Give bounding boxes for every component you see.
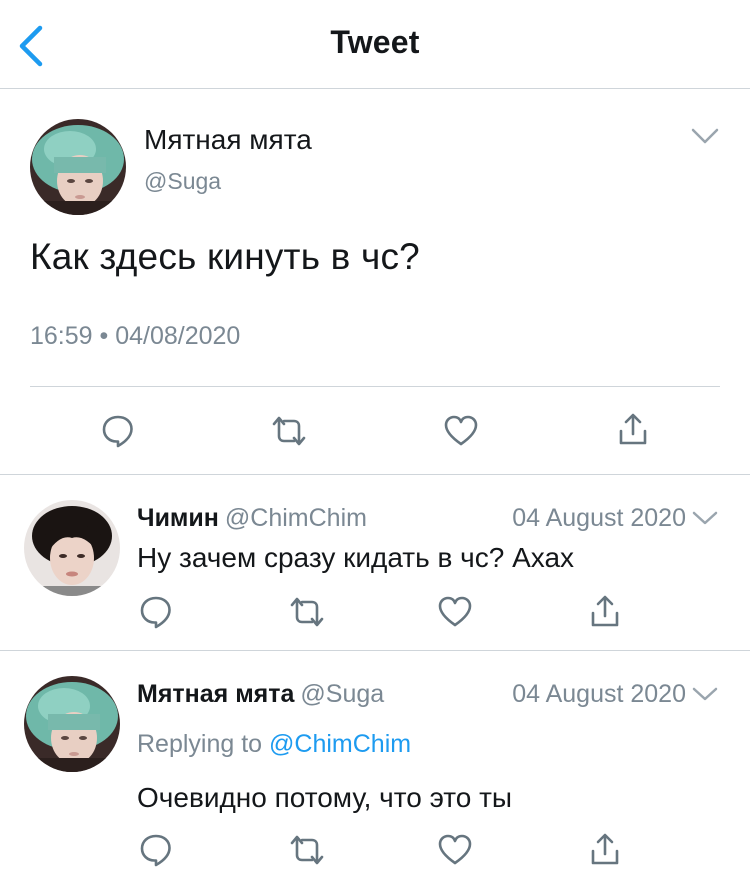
heart-icon: [438, 596, 472, 627]
more-options-button[interactable]: [690, 126, 720, 151]
comment-icon: [102, 415, 133, 448]
retweet-button[interactable]: [288, 832, 326, 868]
replying-to-label: Replying to: [137, 730, 263, 758]
retweet-icon: [290, 835, 324, 865]
like-button[interactable]: [443, 414, 479, 448]
main-tweet: Мятная мята @Suga Как здесь кинуть в чс?…: [0, 90, 750, 475]
share-icon: [591, 595, 619, 627]
user-handle: @ChimChim: [224, 504, 367, 532]
chevron-down-icon: [692, 511, 718, 525]
share-button[interactable]: [589, 594, 621, 630]
retweet-button[interactable]: [288, 594, 326, 630]
more-options-button[interactable]: [691, 685, 719, 708]
user-handle: @Suga: [300, 680, 385, 708]
display-name: Мятная мята: [137, 680, 295, 708]
reply-button[interactable]: [138, 832, 174, 868]
mention-link[interactable]: @ChimChim: [269, 730, 411, 758]
share-icon: [591, 833, 619, 865]
share-button[interactable]: [589, 832, 621, 868]
divider: [30, 386, 720, 387]
reply-header: Мятная мята @Suga: [137, 680, 384, 709]
chevron-down-icon: [691, 128, 719, 144]
display-name: Чимин: [137, 504, 219, 532]
comment-icon: [140, 834, 171, 867]
heart-icon: [444, 415, 478, 446]
avatar[interactable]: [30, 119, 126, 215]
retweet-button[interactable]: [270, 413, 308, 449]
avatar[interactable]: [24, 500, 120, 596]
reply-tweet: Чимин @ChimChim 04 August 2020 Ну зачем с…: [0, 476, 750, 651]
like-button[interactable]: [437, 595, 473, 629]
reply-button[interactable]: [100, 413, 136, 449]
page-title: Tweet: [330, 24, 420, 60]
top-navigation-bar: Tweet: [0, 0, 750, 89]
heart-icon: [438, 834, 472, 865]
tweet-text: Ну зачем сразу кидать в чс? Ахах: [137, 542, 575, 573]
share-button[interactable]: [617, 412, 649, 448]
replying-to-line: Replying to @ChimChim: [137, 730, 411, 759]
chevron-down-icon: [692, 687, 718, 701]
like-button[interactable]: [437, 833, 473, 867]
more-options-button[interactable]: [691, 509, 719, 532]
tweet-date: 04 August 2020: [512, 504, 686, 532]
reply-tweet: Мятная мята @Suga 04 August 2020 Replying…: [0, 652, 750, 886]
tweet-text: Очевидно потому, что это ты: [137, 782, 513, 813]
display-name: Мятная мята: [144, 124, 312, 155]
comment-icon: [140, 596, 171, 629]
tweet-date: 04 August 2020: [512, 680, 686, 708]
share-icon: [619, 413, 647, 445]
reply-button[interactable]: [138, 594, 174, 630]
tweet-text: Как здесь кинуть в чс?: [30, 236, 420, 277]
retweet-icon: [272, 416, 306, 446]
avatar[interactable]: [24, 676, 120, 772]
reply-header: Чимин @ChimChim: [137, 504, 367, 533]
retweet-icon: [290, 597, 324, 627]
tweet-timestamp: 16:59 • 04/08/2020: [30, 322, 241, 350]
user-handle: @Suga: [144, 168, 222, 194]
